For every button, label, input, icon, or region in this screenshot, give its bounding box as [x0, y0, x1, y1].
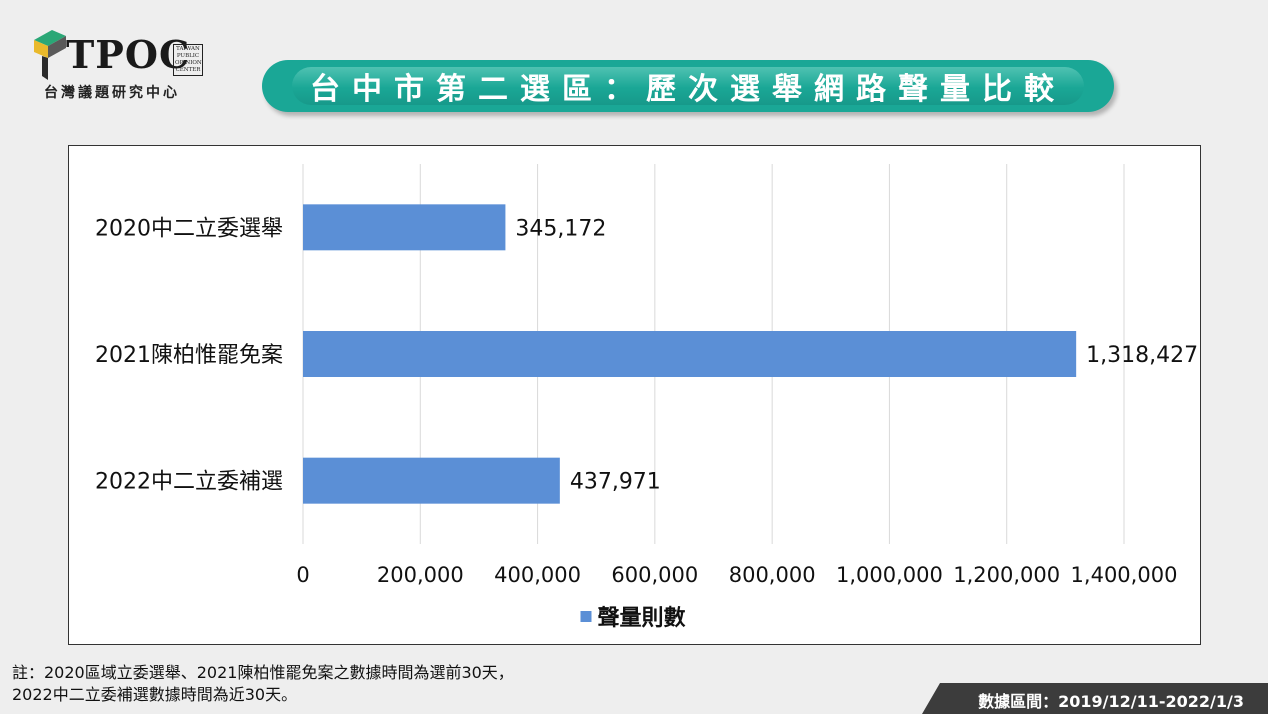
x-tick-label: 200,000 [377, 563, 464, 587]
data-label: 437,971 [570, 470, 661, 495]
legend-swatch [580, 611, 592, 622]
tpoc-emblem-icon [34, 30, 66, 80]
x-tick-label: 400,000 [494, 563, 581, 587]
data-range-text: 數據區間：2019/12/11-2022/1/3 [978, 692, 1244, 711]
footnote: 註：2020區域立委選舉、2021陳柏惟罷免案之數據時間為選前30天， 2022… [12, 662, 514, 706]
footnote-line-1: 註：2020區域立委選舉、2021陳柏惟罷免案之數據時間為選前30天， [12, 663, 514, 682]
logo-subtitle: 台灣議題研究中心 [44, 85, 180, 101]
tpoc-logo: TPOC TAIWAN PUBLIC OPINION CENTER 台灣議題研究… [32, 26, 212, 106]
category-label: 2020中二立委選舉 [95, 216, 283, 241]
logo-side-text: TAIWAN PUBLIC OPINION CENTER [173, 44, 203, 76]
x-tick-label: 600,000 [611, 563, 698, 587]
category-label: 2021陳柏惟罷免案 [95, 343, 283, 368]
bar [303, 331, 1077, 377]
x-tick-label: 800,000 [729, 563, 816, 587]
title-banner: 台中市第二選區：歷次選舉網路聲量比較 [262, 60, 1114, 112]
x-tick-label: 0 [296, 563, 309, 587]
bar [303, 204, 506, 251]
data-label: 345,172 [515, 216, 606, 241]
data-label: 1,318,427 [1086, 343, 1198, 368]
x-tick-label: 1,000,000 [836, 563, 943, 587]
footnote-line-2: 2022中二立委補選數據時間為近30天。 [12, 685, 298, 704]
page-title: 台中市第二選區：歷次選舉網路聲量比較 [310, 72, 1066, 107]
bar-chart: 0 200,000 400,000 600,000 800,000 1,000,000 1,… [95, 164, 1198, 631]
x-tick-label: 1,200,000 [953, 563, 1060, 587]
x-tick-label: 1,400,000 [1071, 563, 1178, 587]
legend-label: 聲量則數 [597, 606, 685, 631]
category-label: 2022中二立委補選 [95, 470, 283, 495]
data-range-bar: 數據區間：2019/12/11-2022/1/3 [922, 683, 1268, 714]
bar [303, 457, 560, 504]
logo-brand: TPOC [66, 32, 191, 77]
chart-frame: 0 200,000 400,000 600,000 800,000 1,000,000 1,… [68, 145, 1201, 645]
